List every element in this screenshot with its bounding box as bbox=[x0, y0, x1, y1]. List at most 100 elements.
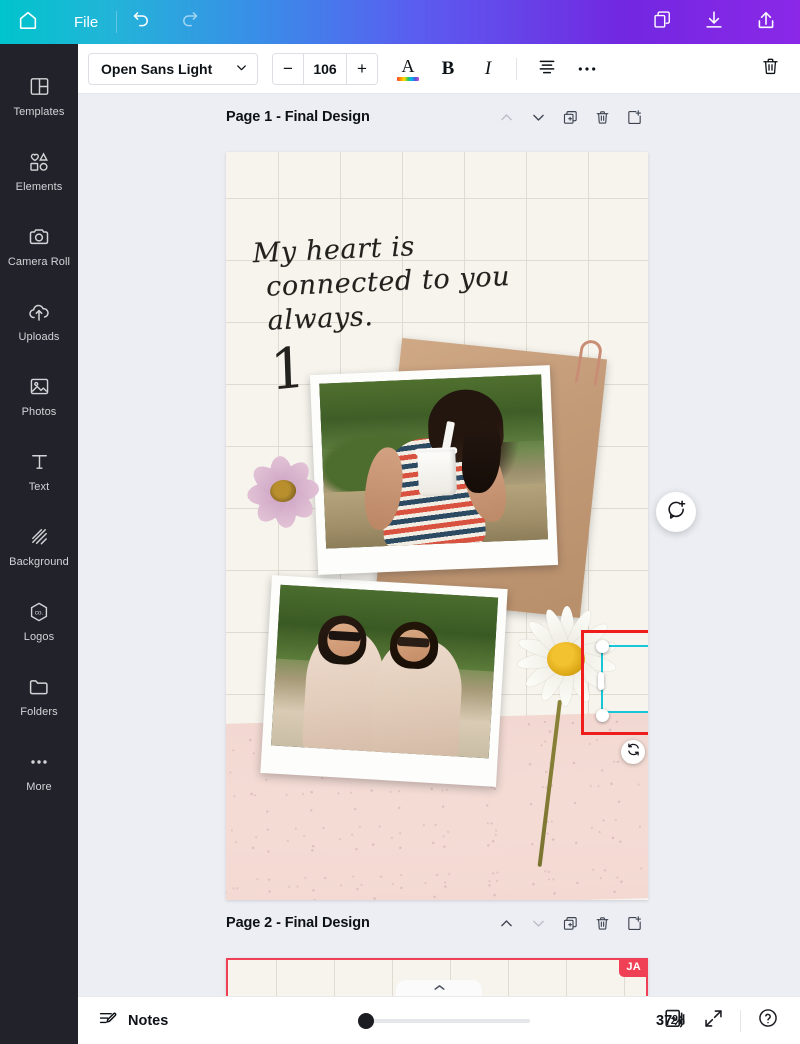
bold-button[interactable]: B bbox=[430, 51, 466, 87]
design-page-1[interactable]: My heart is connected to you always. 1 bbox=[226, 152, 648, 900]
color-gradient-bar bbox=[397, 76, 419, 81]
align-center-icon bbox=[537, 56, 557, 81]
sidebar-item-label: Background bbox=[9, 555, 69, 568]
sidebar-item-logos[interactable]: co. Logos bbox=[0, 583, 78, 658]
number-element-text[interactable]: 1 bbox=[269, 335, 307, 404]
polaroid-photo-woman[interactable] bbox=[309, 365, 559, 575]
page-move-down-button[interactable] bbox=[524, 909, 552, 937]
share-button[interactable] bbox=[740, 0, 792, 44]
top-header-bar: File bbox=[0, 0, 800, 44]
fullscreen-icon bbox=[703, 1008, 724, 1034]
resize-handle-left-edge[interactable] bbox=[598, 672, 604, 690]
polaroid-photo-couple[interactable] bbox=[260, 575, 508, 787]
zoom-slider-track[interactable] bbox=[358, 1012, 530, 1029]
delete-element-button[interactable] bbox=[752, 51, 788, 87]
italic-button[interactable]: I bbox=[470, 51, 506, 87]
page-title: Page 1 - Final Design bbox=[226, 109, 370, 125]
resize-handle-top-left[interactable] bbox=[596, 640, 609, 653]
chevron-up-icon bbox=[433, 979, 446, 996]
collapse-panel-button[interactable] bbox=[396, 980, 482, 996]
rotate-icon bbox=[626, 742, 641, 762]
background-hatch-icon bbox=[26, 524, 52, 550]
script-headline-text[interactable]: My heart is connected to you always. bbox=[252, 223, 586, 339]
font-size-decrease-button[interactable]: − bbox=[273, 53, 303, 84]
file-menu-button[interactable]: File bbox=[56, 0, 116, 44]
sidebar-item-label: Templates bbox=[13, 105, 65, 118]
elements-icon bbox=[26, 149, 52, 175]
notes-button[interactable]: Notes bbox=[90, 1004, 176, 1038]
text-color-glyph: A bbox=[401, 55, 415, 76]
page-manager-button[interactable]: 2 bbox=[657, 1003, 693, 1039]
left-sidebar: Templates Elements Camera Roll Uploads P… bbox=[0, 44, 78, 1044]
download-button[interactable] bbox=[688, 0, 740, 44]
photo-couple-image bbox=[270, 584, 499, 759]
font-size-input[interactable]: 106 bbox=[303, 53, 347, 84]
selection-bounding-box[interactable]: 1 bbox=[596, 640, 648, 722]
sidebar-item-photos[interactable]: Photos bbox=[0, 358, 78, 433]
more-dots-icon bbox=[26, 749, 52, 775]
undo-button[interactable] bbox=[117, 0, 165, 44]
text-color-icon: A bbox=[397, 57, 419, 81]
page-move-up-button[interactable] bbox=[492, 909, 520, 937]
photo-frame bbox=[270, 584, 499, 759]
page-duplicate-button[interactable] bbox=[556, 909, 584, 937]
zoom-slider-thumb[interactable] bbox=[358, 1012, 374, 1029]
text-align-button[interactable] bbox=[529, 51, 565, 87]
page-delete-button[interactable] bbox=[588, 909, 616, 937]
selection-action-buttons bbox=[621, 740, 648, 764]
help-icon bbox=[757, 1007, 779, 1034]
help-button[interactable] bbox=[750, 1003, 786, 1039]
sidebar-item-label: Logos bbox=[23, 630, 55, 643]
sidebar-item-folders[interactable]: Folders bbox=[0, 658, 78, 733]
notes-label: Notes bbox=[128, 1012, 169, 1029]
duplicate-icon bbox=[652, 9, 673, 35]
photo-icon bbox=[26, 374, 52, 400]
sidebar-item-text[interactable]: Text bbox=[0, 433, 78, 508]
text-t-icon bbox=[26, 449, 52, 475]
fullscreen-button[interactable] bbox=[695, 1003, 731, 1039]
font-family-value: Open Sans Light bbox=[101, 60, 213, 77]
sidebar-item-camera-roll[interactable]: Camera Roll bbox=[0, 208, 78, 283]
text-editing-toolbar: Open Sans Light − 106 + A B I bbox=[78, 44, 800, 94]
home-button[interactable] bbox=[0, 0, 56, 44]
cosmos-flower-element[interactable] bbox=[236, 446, 330, 535]
bottom-status-bar: Notes 37% 2 bbox=[78, 996, 800, 1044]
bold-icon: B bbox=[441, 57, 455, 79]
page-add-button[interactable] bbox=[620, 103, 648, 131]
sidebar-item-label: Photos bbox=[21, 405, 57, 418]
logos-hexagon-icon: co. bbox=[26, 599, 52, 625]
share-icon bbox=[755, 9, 777, 36]
page-delete-button[interactable] bbox=[588, 103, 616, 131]
camera-icon bbox=[26, 224, 52, 250]
photo-frame bbox=[319, 374, 549, 549]
font-size-increase-button[interactable]: + bbox=[347, 53, 377, 84]
sidebar-item-templates[interactable]: Templates bbox=[0, 58, 78, 133]
page-duplicate-button[interactable] bbox=[556, 103, 584, 131]
sidebar-item-label: Uploads bbox=[18, 330, 60, 343]
redo-button[interactable] bbox=[165, 0, 213, 44]
duplicate-button[interactable] bbox=[636, 0, 688, 44]
sidebar-item-label: Camera Roll bbox=[7, 255, 71, 268]
sidebar-item-more[interactable]: More bbox=[0, 733, 78, 808]
add-comment-button[interactable] bbox=[656, 492, 696, 532]
sidebar-item-background[interactable]: Background bbox=[0, 508, 78, 583]
page-add-button[interactable] bbox=[620, 909, 648, 937]
sidebar-item-label: More bbox=[26, 780, 52, 793]
zoom-slider[interactable] bbox=[358, 1012, 530, 1029]
font-family-select[interactable]: Open Sans Light bbox=[88, 52, 258, 85]
resize-handle-bottom-left[interactable] bbox=[596, 709, 609, 722]
sidebar-item-elements[interactable]: Elements bbox=[0, 133, 78, 208]
toolbar-more-button[interactable] bbox=[569, 51, 605, 87]
upload-cloud-icon bbox=[26, 299, 52, 325]
collaborator-badge[interactable]: JA bbox=[619, 960, 646, 977]
canvas-scroll-area[interactable]: Page 1 - Final Design My heart is connec… bbox=[78, 94, 800, 996]
page-1-tools bbox=[492, 103, 648, 131]
text-color-button[interactable]: A bbox=[390, 51, 426, 87]
home-icon bbox=[17, 9, 39, 36]
sidebar-item-uploads[interactable]: Uploads bbox=[0, 283, 78, 358]
page-1-header: Page 1 - Final Design bbox=[226, 102, 648, 132]
italic-icon: I bbox=[484, 57, 492, 79]
page-move-down-button[interactable] bbox=[524, 103, 552, 131]
rotate-button[interactable] bbox=[621, 740, 645, 764]
page-move-up-button[interactable] bbox=[492, 103, 520, 131]
